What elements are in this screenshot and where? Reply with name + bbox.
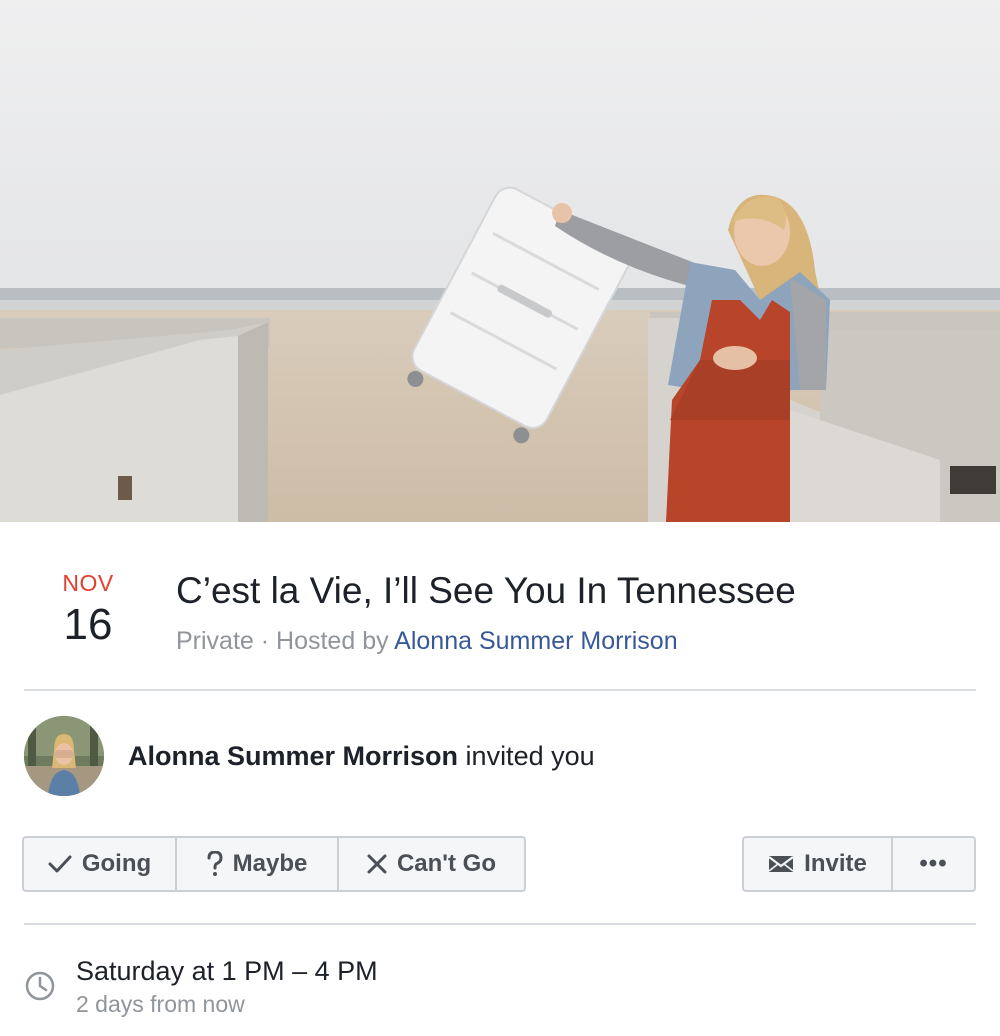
cant-go-label: Can't Go [396, 850, 497, 877]
event-date-month: NOV [62, 570, 114, 596]
invite-action: invited you [458, 741, 595, 771]
action-button-group: Invite ••• [742, 836, 976, 892]
event-subtitle: Private · Hosted by Alonna Summer Morris… [176, 624, 678, 658]
maybe-button[interactable]: Maybe [177, 838, 339, 890]
event-date-day: 16 [63, 600, 113, 649]
subtitle-separator: · [253, 627, 277, 655]
inviter-name[interactable]: Alonna Summer Morrison [128, 741, 458, 771]
x-icon [367, 854, 387, 874]
inviter-avatar[interactable] [24, 716, 104, 796]
more-options-icon: ••• [919, 850, 948, 877]
invite-button[interactable]: Invite [744, 838, 893, 890]
host-link[interactable]: Alonna Summer Morrison [394, 627, 677, 655]
going-button[interactable]: Going [24, 838, 177, 890]
maybe-label: Maybe [232, 850, 308, 877]
question-icon [207, 851, 223, 877]
envelope-icon [768, 854, 794, 874]
divider [24, 689, 976, 691]
event-privacy: Private [176, 627, 254, 655]
invite-message: Alonna Summer Morrison invited you [128, 738, 595, 774]
event-time: Saturday at 1 PM – 4 PM [76, 956, 378, 986]
cant-go-button[interactable]: Can't Go [339, 838, 524, 890]
invite-label: Invite [804, 850, 867, 877]
event-title: C’est la Vie, I’ll See You In Tennessee [176, 570, 796, 611]
divider [24, 923, 976, 925]
going-label: Going [81, 850, 152, 877]
check-icon [48, 854, 72, 874]
clock-icon [24, 970, 56, 1002]
rsvp-button-group: Going Maybe Can't Go [22, 836, 526, 892]
more-options-button[interactable]: ••• [893, 838, 974, 890]
event-time-relative: 2 days from now [76, 991, 245, 1017]
event-date: NOV 16 [24, 568, 152, 650]
hosted-by-prefix: Hosted by [276, 627, 395, 655]
event-cover-photo[interactable] [0, 0, 1000, 522]
event-page: NOV 16 C’est la Vie, I’ll See You In Ten… [0, 0, 1000, 1036]
